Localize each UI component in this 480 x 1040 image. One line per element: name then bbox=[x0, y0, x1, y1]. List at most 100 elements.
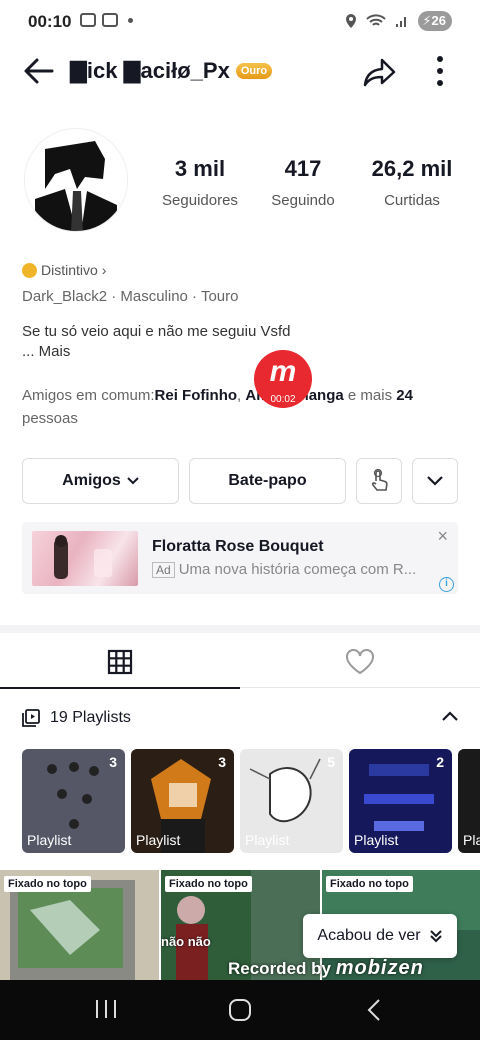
bio-text: Se tu só veio aqui e não me seguiu Vsfd bbox=[22, 323, 291, 340]
more-notifications-icon bbox=[128, 17, 133, 23]
friends-button[interactable]: Amigos bbox=[22, 458, 179, 504]
playlist-card[interactable]: Pla bbox=[458, 749, 480, 853]
playlist-label: Pla bbox=[463, 832, 480, 848]
pinned-badge: Fixado no topo bbox=[165, 876, 252, 892]
location-icon bbox=[346, 14, 357, 28]
badge-label: Distintivo bbox=[41, 262, 98, 278]
mutual-friend-1: Rei Fofinho bbox=[154, 387, 238, 404]
ad-thumbnail bbox=[32, 531, 138, 586]
screen-recorder-bubble[interactable]: m 00:02 bbox=[254, 350, 312, 408]
avatar[interactable] bbox=[24, 128, 128, 232]
status-time: 00:10 bbox=[28, 12, 72, 31]
chat-label: Bate-papo bbox=[228, 472, 307, 489]
playlist-label: Playlist bbox=[27, 832, 72, 848]
hand-tap-icon bbox=[371, 469, 388, 491]
double-chevron-down-icon bbox=[429, 930, 442, 943]
friends-label: Amigos bbox=[62, 472, 121, 489]
playlist-icon bbox=[22, 709, 40, 727]
poke-button[interactable] bbox=[356, 458, 402, 504]
tab-liked[interactable] bbox=[240, 636, 480, 688]
more-vertical-icon bbox=[437, 56, 443, 86]
collapse-button[interactable] bbox=[442, 708, 458, 726]
chevron-up-icon bbox=[442, 711, 458, 721]
video-caption: não não bbox=[161, 934, 211, 949]
tab-videos[interactable] bbox=[0, 636, 240, 689]
status-notification-icons bbox=[80, 13, 133, 27]
grid-icon bbox=[107, 649, 133, 675]
home-icon bbox=[229, 999, 251, 1021]
close-icon[interactable]: × bbox=[437, 526, 448, 547]
following-count: 417 bbox=[284, 156, 322, 181]
followers-label: Seguidores bbox=[162, 192, 238, 209]
suggestions-toggle[interactable] bbox=[412, 458, 458, 504]
more-options-button[interactable] bbox=[430, 54, 450, 93]
battery-level: 26 bbox=[431, 13, 446, 28]
signal-icon bbox=[396, 17, 407, 27]
just-watched-chip[interactable]: Acabou de ver bbox=[303, 914, 457, 958]
system-back-button[interactable] bbox=[366, 998, 382, 1027]
screenshot-icon bbox=[80, 13, 96, 27]
profile-header: ▇ick ▇aciłø_Px Ouro bbox=[0, 50, 480, 92]
home-button[interactable] bbox=[228, 998, 252, 1027]
playlist-card[interactable]: 2 Playlist bbox=[349, 749, 452, 853]
ad-tag: Ad bbox=[152, 562, 175, 578]
pinned-badge: Fixado no topo bbox=[4, 876, 91, 892]
followers-stat[interactable]: 3 mil Seguidores bbox=[150, 156, 250, 209]
playlist-card[interactable]: 3 Playlist bbox=[22, 749, 125, 853]
chevron-right-icon: › bbox=[101, 262, 107, 278]
chevron-down-icon bbox=[127, 477, 139, 485]
username: ▇ick ▇aciłø_Px bbox=[70, 58, 230, 83]
playlist-card[interactable]: 3 Playlist bbox=[131, 749, 234, 853]
pinned-badge: Fixado no topo bbox=[326, 876, 413, 892]
mutual-suffix: pessoas bbox=[22, 410, 78, 427]
followers-count: 3 mil bbox=[174, 156, 226, 181]
video-tile[interactable]: Fixado no topo bbox=[0, 870, 159, 982]
recorder-watermark: Recorded by mobizen bbox=[228, 957, 424, 980]
gallery-icon bbox=[102, 13, 118, 27]
back-chevron-icon bbox=[367, 999, 380, 1021]
recent-apps-button[interactable] bbox=[94, 998, 118, 1025]
playlist-label: Playlist bbox=[136, 832, 181, 848]
likes-count: 26,2 mil bbox=[371, 156, 453, 181]
tier-badge[interactable]: Ouro bbox=[235, 63, 273, 79]
avatar-image bbox=[25, 129, 127, 231]
chevron-down-icon bbox=[427, 476, 443, 486]
profile-stats: 3 mil Seguidores 417 Seguindo 26,2 mil C… bbox=[150, 156, 470, 209]
playlist-card[interactable]: 5 Playlist bbox=[240, 749, 343, 853]
ad-title: Floratta Rose Bouquet bbox=[152, 538, 324, 555]
badges-link[interactable]: Distintivo › bbox=[22, 262, 106, 278]
mutual-and: e mais bbox=[343, 387, 397, 404]
playlist-carousel: 3 Playlist 3 Playlist 5 Playlist 2 Playl… bbox=[22, 749, 480, 853]
badge-icon bbox=[22, 262, 37, 278]
ad-subtitle-row: Ad Uma nova história começa com R... bbox=[152, 561, 437, 578]
bio-more-link[interactable]: ... Mais bbox=[22, 342, 291, 362]
profile-actions: Amigos Bate-papo bbox=[22, 458, 458, 504]
profile-bio: Se tu só veio aqui e não me seguiu Vsfd … bbox=[22, 322, 291, 362]
system-navigation-bar bbox=[0, 980, 480, 1040]
mutual-friends[interactable]: Amigos em comum:Rei Fofinho, Amigo Manga… bbox=[22, 384, 462, 430]
playlists-header[interactable]: 19 Playlists bbox=[22, 706, 458, 730]
back-button[interactable] bbox=[22, 54, 56, 93]
following-label: Seguindo bbox=[271, 192, 335, 209]
recorder-logo: m bbox=[269, 355, 297, 388]
content-tabs bbox=[0, 636, 480, 689]
wifi-icon bbox=[366, 14, 387, 26]
battery-indicator: ⚡26 bbox=[418, 11, 452, 31]
chat-button[interactable]: Bate-papo bbox=[189, 458, 346, 504]
info-icon[interactable]: i bbox=[439, 577, 454, 592]
likes-stat[interactable]: 26,2 mil Curtidas bbox=[356, 156, 468, 209]
watermark-prefix: Recorded by bbox=[228, 959, 331, 978]
playlist-video-count: 2 bbox=[436, 754, 444, 770]
profile-meta: Dark_Black2 · Masculino · Touro bbox=[22, 288, 239, 305]
share-arrow-icon bbox=[363, 58, 396, 87]
arrow-left-icon bbox=[24, 58, 54, 84]
share-button[interactable] bbox=[362, 54, 398, 95]
mutual-count: 24 bbox=[396, 387, 413, 404]
following-stat[interactable]: 417 Seguindo bbox=[250, 156, 356, 209]
mutual-prefix: Amigos em comum: bbox=[22, 387, 155, 404]
recent-apps-icon bbox=[96, 1000, 116, 1018]
status-bar: 00:10 ⚡26 bbox=[0, 0, 480, 44]
active-tab-indicator bbox=[0, 687, 240, 689]
sponsored-ad[interactable]: Floratta Rose Bouquet Ad Uma nova históri… bbox=[22, 522, 458, 594]
playlist-video-count: 3 bbox=[109, 754, 117, 770]
